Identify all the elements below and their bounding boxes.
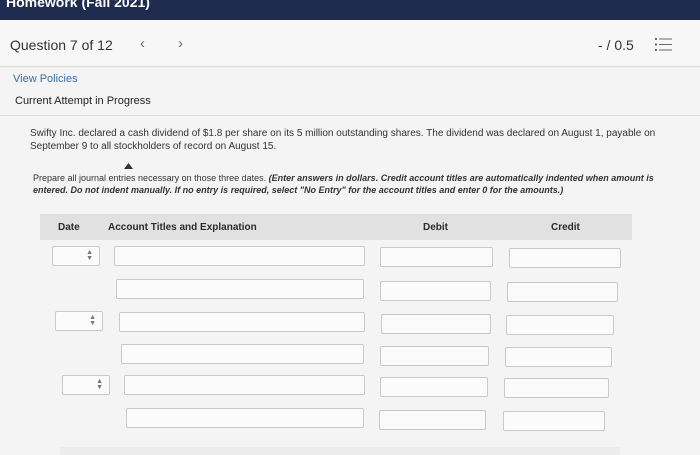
account-title-input[interactable] — [126, 408, 364, 428]
question-header: Question 7 of 12 ‹ › - / 0.5 — [0, 20, 700, 67]
date-select[interactable]: ▲ ▼ — [55, 311, 103, 331]
divider — [0, 115, 700, 116]
credit-input[interactable] — [507, 282, 618, 302]
credit-input[interactable] — [505, 347, 612, 367]
select-arrows-icon: ▲ ▼ — [86, 249, 93, 262]
mouse-cursor-icon — [124, 163, 133, 169]
debit-input[interactable] — [379, 410, 486, 430]
debit-input[interactable] — [380, 377, 488, 397]
debit-input[interactable] — [380, 247, 493, 267]
date-select[interactable]: ▲ ▼ — [52, 246, 100, 266]
instruction-lead: Prepare all journal entries necessary on… — [33, 173, 267, 183]
date-column-header: Date — [58, 222, 80, 233]
credit-column-header: Credit — [551, 222, 580, 233]
debit-input[interactable] — [381, 314, 491, 334]
select-arrows-icon: ▲ ▼ — [96, 378, 103, 391]
assignment-title: Homework (Fall 2021) — [6, 0, 150, 10]
score-display: - / 0.5 — [598, 37, 634, 53]
select-arrows-icon: ▲ ▼ — [89, 314, 96, 327]
debit-column-header: Debit — [423, 222, 448, 233]
credit-input[interactable] — [503, 411, 605, 431]
debit-input[interactable] — [380, 281, 491, 301]
account-title-input[interactable] — [114, 246, 365, 266]
credit-input[interactable] — [509, 248, 621, 268]
view-policies-link[interactable]: View Policies — [13, 73, 78, 85]
account-title-input[interactable] — [119, 312, 365, 332]
account-column-header: Account Titles and Explanation — [108, 222, 257, 233]
account-title-input[interactable] — [121, 344, 364, 364]
account-title-input[interactable] — [124, 375, 365, 395]
credit-input[interactable] — [506, 315, 614, 335]
debit-input[interactable] — [380, 346, 489, 366]
table-footer-strip — [60, 447, 620, 455]
credit-input[interactable] — [504, 378, 609, 398]
chevron-left-icon[interactable]: ‹ — [140, 35, 145, 52]
instructions: Prepare all journal entries necessary on… — [33, 172, 668, 196]
problem-statement: Swifty Inc. declared a cash dividend of … — [30, 128, 656, 152]
account-title-input[interactable] — [116, 279, 364, 299]
attempt-status: Current Attempt in Progress — [15, 95, 151, 107]
question-title: Question 7 of 12 — [10, 37, 113, 53]
chevron-right-icon[interactable]: › — [178, 35, 183, 52]
assignment-header-bar: Homework (Fall 2021) — [0, 0, 700, 20]
list-icon[interactable] — [655, 38, 672, 51]
date-select[interactable]: ▲ ▼ — [62, 375, 110, 395]
journal-table-header: Date Account Titles and Explanation Debi… — [40, 214, 632, 240]
